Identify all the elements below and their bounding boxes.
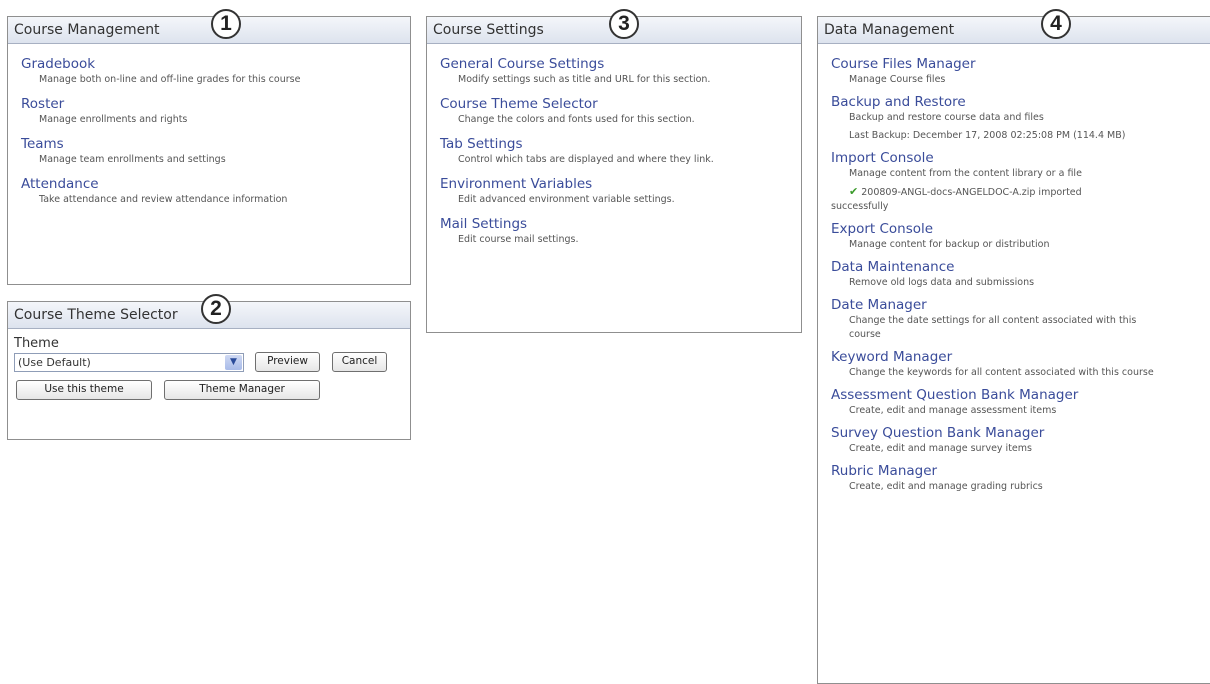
callout-badge: 1 (211, 9, 241, 39)
rubric-manager-link[interactable]: Rubric Manager (831, 463, 1210, 480)
theme-select-value: (Use Default) (18, 356, 91, 369)
list-item: Tab Settings Control which tabs are disp… (440, 136, 801, 167)
tab-settings-description: Control which tabs are displayed and whe… (458, 154, 714, 165)
preview-button[interactable]: Preview (255, 352, 320, 372)
theme-select[interactable]: (Use Default) ▼ (14, 353, 244, 372)
list-item: Keyword Manager Change the keywords for … (831, 349, 1210, 380)
last-backup-note: Last Backup: December 17, 2008 02:25:08 … (849, 130, 1126, 141)
data-maintenance-description: Remove old logs data and submissions (849, 277, 1035, 288)
data-management-panel: Data Management 4 Course Files Manager M… (817, 9, 1210, 684)
date-manager-description: Change the date settings for all content… (849, 315, 1137, 340)
panel-header: Course Theme Selector 2 (8, 294, 410, 329)
course-files-manager-description: Manage Course files (849, 74, 946, 85)
list-item: Import Console Manage content from the c… (831, 150, 1210, 214)
mail-settings-description: Edit course mail settings. (458, 234, 579, 245)
general-course-settings-description: Modify settings such as title and URL fo… (458, 74, 711, 85)
roster-link[interactable]: Roster (21, 96, 410, 113)
theme-label: Theme (14, 336, 59, 351)
chevron-down-icon[interactable]: ▼ (225, 355, 242, 370)
import-status-text: 200809-ANGL-docs-ANGELDOC-A.zip imported… (831, 187, 1082, 212)
keyword-manager-link[interactable]: Keyword Manager (831, 349, 1210, 366)
teams-link[interactable]: Teams (21, 136, 410, 153)
list-item: Environment Variables Edit advanced envi… (440, 176, 801, 207)
panel-header: Course Settings 3 (427, 9, 801, 44)
list-item: Export Console Manage content for backup… (831, 221, 1210, 252)
list-item: Survey Question Bank Manager Create, edi… (831, 425, 1210, 456)
list-item: Teams Manage team enrollments and settin… (21, 136, 410, 167)
backup-and-restore-link[interactable]: Backup and Restore (831, 94, 1210, 111)
list-item: Roster Manage enrollments and rights (21, 96, 410, 127)
backup-and-restore-description: Backup and restore course data and files (849, 112, 1044, 123)
import-status: ✔ 200809-ANGL-docs-ANGELDOC-A.zip import… (831, 185, 1131, 214)
import-console-link[interactable]: Import Console (831, 150, 1210, 167)
teams-description: Manage team enrollments and settings (39, 154, 226, 165)
survey-question-bank-manager-link[interactable]: Survey Question Bank Manager (831, 425, 1210, 442)
panel-title: Course Theme Selector (14, 307, 178, 323)
list-item: Date Manager Change the date settings fo… (831, 297, 1210, 342)
list-item: Rubric Manager Create, edit and manage g… (831, 463, 1210, 494)
list-item: Attendance Take attendance and review at… (21, 176, 410, 207)
survey-question-bank-manager-description: Create, edit and manage survey items (849, 443, 1032, 454)
check-icon: ✔ (849, 185, 859, 198)
use-this-theme-button[interactable]: Use this theme (16, 380, 152, 400)
roster-description: Manage enrollments and rights (39, 114, 188, 125)
panel-title: Data Management (824, 22, 955, 38)
panel-title: Course Settings (433, 22, 544, 38)
callout-badge: 4 (1041, 9, 1071, 39)
keyword-manager-description: Change the keywords for all content asso… (849, 367, 1154, 378)
course-management-panel: Course Management 1 Gradebook Manage bot… (7, 9, 411, 285)
list-item: Data Maintenance Remove old logs data an… (831, 259, 1210, 290)
course-theme-selector-panel: Course Theme Selector 2 Theme (Use Defau… (7, 294, 411, 440)
callout-badge: 3 (609, 9, 639, 39)
list-item: Course Files Manager Manage Course files (831, 56, 1210, 87)
attendance-description: Take attendance and review attendance in… (39, 194, 288, 205)
gradebook-description: Manage both on-line and off-line grades … (39, 74, 301, 85)
mail-settings-link[interactable]: Mail Settings (440, 216, 801, 233)
cancel-button[interactable]: Cancel (332, 352, 387, 372)
list-item: Gradebook Manage both on-line and off-li… (21, 56, 410, 87)
assessment-question-bank-manager-description: Create, edit and manage assessment items (849, 405, 1057, 416)
export-console-link[interactable]: Export Console (831, 221, 1210, 238)
data-maintenance-link[interactable]: Data Maintenance (831, 259, 1210, 276)
panel-header: Data Management 4 (818, 9, 1210, 44)
theme-manager-button[interactable]: Theme Manager (164, 380, 320, 400)
tab-settings-link[interactable]: Tab Settings (440, 136, 801, 153)
assessment-question-bank-manager-link[interactable]: Assessment Question Bank Manager (831, 387, 1210, 404)
course-theme-selector-link[interactable]: Course Theme Selector (440, 96, 801, 113)
export-console-description: Manage content for backup or distributio… (849, 239, 1050, 250)
general-course-settings-link[interactable]: General Course Settings (440, 56, 801, 73)
list-item: Assessment Question Bank Manager Create,… (831, 387, 1210, 418)
list-item: General Course Settings Modify settings … (440, 56, 801, 87)
list-item: Course Theme Selector Change the colors … (440, 96, 801, 127)
list-item: Mail Settings Edit course mail settings. (440, 216, 801, 247)
import-console-description: Manage content from the content library … (849, 168, 1082, 179)
environment-variables-link[interactable]: Environment Variables (440, 176, 801, 193)
course-settings-panel: Course Settings 3 General Course Setting… (426, 9, 802, 333)
gradebook-link[interactable]: Gradebook (21, 56, 410, 73)
course-theme-selector-description: Change the colors and fonts used for thi… (458, 114, 695, 125)
rubric-manager-description: Create, edit and manage grading rubrics (849, 481, 1043, 492)
date-manager-link[interactable]: Date Manager (831, 297, 1210, 314)
course-files-manager-link[interactable]: Course Files Manager (831, 56, 1210, 73)
panel-title: Course Management (14, 22, 160, 38)
list-item: Backup and Restore Backup and restore co… (831, 94, 1210, 143)
panel-header: Course Management 1 (8, 9, 410, 44)
callout-badge: 2 (201, 294, 231, 324)
environment-variables-description: Edit advanced environment variable setti… (458, 194, 675, 205)
attendance-link[interactable]: Attendance (21, 176, 410, 193)
